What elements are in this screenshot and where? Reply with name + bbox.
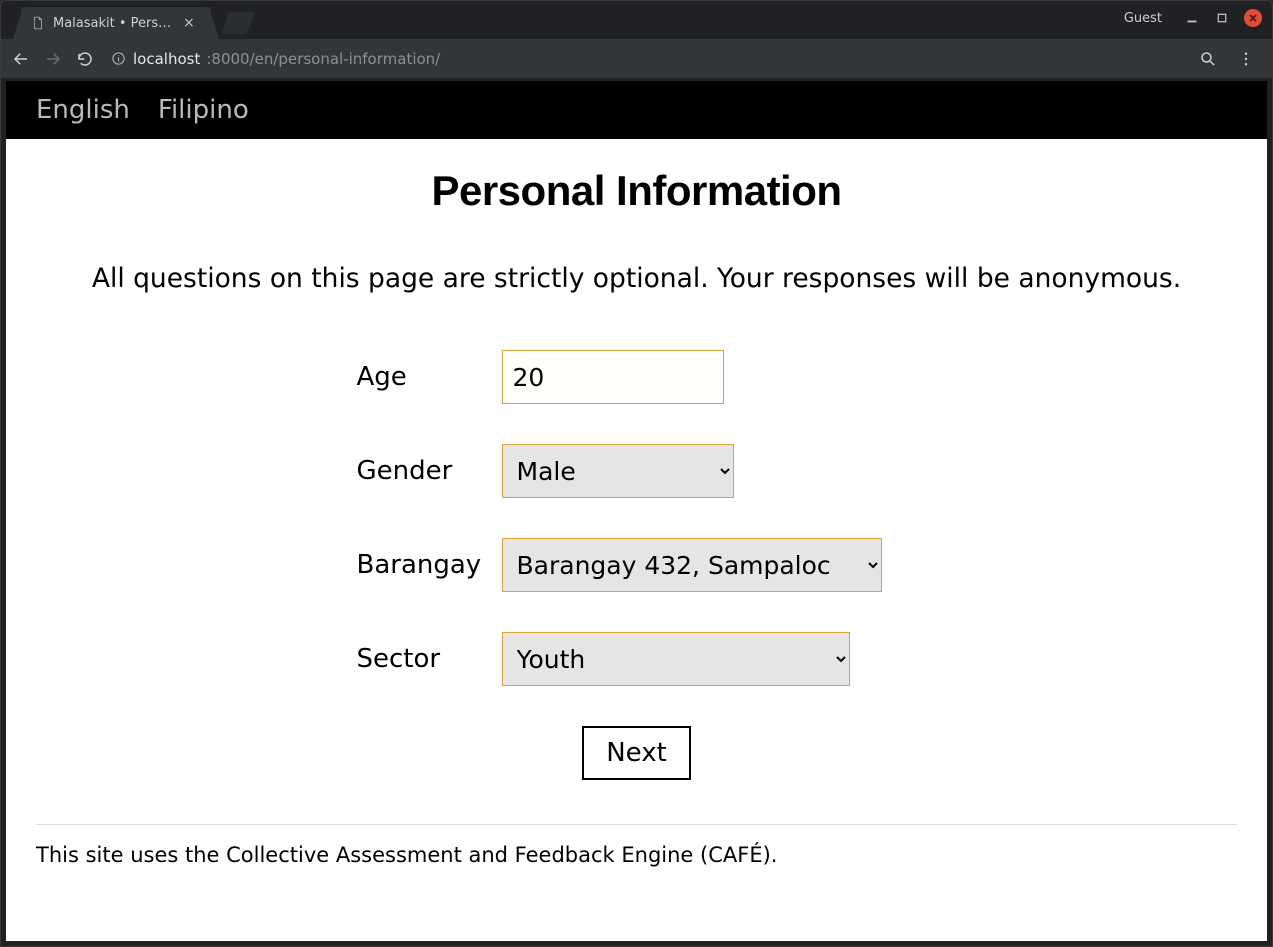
browser-window: Malasakit • Persona × Guest × xyxy=(0,0,1273,947)
age-input[interactable] xyxy=(502,350,724,404)
back-button[interactable] xyxy=(9,47,33,71)
sector-select[interactable]: Youth xyxy=(502,632,850,686)
url-host: localhost xyxy=(133,50,200,68)
tab-strip: Malasakit • Persona × Guest × xyxy=(1,1,1272,39)
address-bar[interactable]: localhost :8000/en/personal-information/ xyxy=(105,45,1180,73)
zoom-icon[interactable] xyxy=(1196,47,1220,71)
barangay-label: Barangay xyxy=(357,550,502,580)
page-viewport: English Filipino Personal Information Al… xyxy=(6,81,1267,941)
footer-note: This site uses the Collective Assessment… xyxy=(36,843,1237,897)
sector-label: Sector xyxy=(357,644,502,674)
next-button[interactable]: Next xyxy=(582,726,691,780)
tab-close-icon[interactable]: × xyxy=(183,16,195,30)
url-path: :8000/en/personal-information/ xyxy=(206,50,440,68)
reload-button[interactable] xyxy=(73,47,97,71)
tab-title: Malasakit • Persona xyxy=(53,16,173,31)
age-label: Age xyxy=(357,362,502,392)
barangay-select[interactable]: Barangay 432, Sampaloc xyxy=(502,538,882,592)
browser-toolbar: localhost :8000/en/personal-information/ xyxy=(1,39,1272,79)
guest-label[interactable]: Guest xyxy=(1124,11,1162,26)
forward-button[interactable] xyxy=(41,47,65,71)
divider xyxy=(36,824,1237,825)
page-subtitle: All questions on this page are strictly … xyxy=(36,263,1237,294)
site-nav: English Filipino xyxy=(6,81,1267,139)
nav-filipino[interactable]: Filipino xyxy=(158,95,249,125)
nav-english[interactable]: English xyxy=(36,95,130,125)
gender-select[interactable]: Male xyxy=(502,444,734,498)
window-minimize-icon[interactable] xyxy=(1184,10,1200,26)
file-icon xyxy=(31,16,45,30)
menu-icon[interactable] xyxy=(1234,47,1258,71)
info-icon[interactable] xyxy=(109,50,127,68)
personal-info-form: Age Gender Male Barangay Barangay 432, S… xyxy=(357,350,917,780)
gender-label: Gender xyxy=(357,456,502,486)
window-controls: Guest × xyxy=(1124,9,1262,27)
page-title: Personal Information xyxy=(36,167,1237,215)
new-tab-button[interactable] xyxy=(221,12,255,34)
window-maximize-icon[interactable] xyxy=(1214,10,1230,26)
window-close-icon[interactable]: × xyxy=(1244,9,1262,27)
browser-tab[interactable]: Malasakit • Persona × xyxy=(21,7,211,39)
